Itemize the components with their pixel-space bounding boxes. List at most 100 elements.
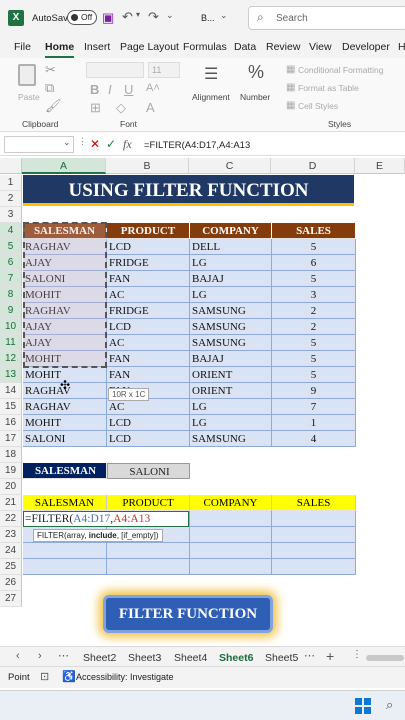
name-box[interactable]: ⌄ xyxy=(4,136,74,153)
row-header[interactable]: 8 xyxy=(0,287,22,303)
cut-icon[interactable]: ✂ xyxy=(45,62,56,78)
table-data-cell[interactable]: SAMSUNG xyxy=(190,303,272,319)
output-cell[interactable] xyxy=(190,559,272,575)
redo-icon[interactable]: ↷ xyxy=(148,9,159,25)
table-data-cell[interactable]: SAMSUNG xyxy=(190,335,272,351)
cell-styles-button[interactable]: ▦ Cell Styles xyxy=(286,100,402,114)
autosave-toggle[interactable]: Off xyxy=(67,10,97,25)
conditional-formatting-button[interactable]: ▦ Conditional Formatting xyxy=(286,64,402,78)
output-cell[interactable] xyxy=(190,543,272,559)
table-data-cell[interactable]: FRIDGE xyxy=(107,303,190,319)
output-header-cell[interactable]: SALES xyxy=(272,495,356,511)
tab-home[interactable]: Home xyxy=(45,41,75,58)
tab-file[interactable]: File xyxy=(14,41,31,53)
table-data-cell[interactable]: 4 xyxy=(272,431,356,447)
column-header-b[interactable]: B xyxy=(106,158,189,174)
underline-icon[interactable]: U xyxy=(124,82,133,97)
table-data-cell[interactable]: AC xyxy=(107,287,190,303)
windows-start-icon[interactable] xyxy=(355,698,371,714)
criteria-value-cell[interactable]: SALONI xyxy=(107,463,190,479)
table-data-cell[interactable]: LG xyxy=(190,415,272,431)
row-header[interactable]: 12 xyxy=(0,351,22,367)
row-header[interactable]: 6 xyxy=(0,255,22,271)
formula-input[interactable]: =FILTER(A4:D17,A4:A13 xyxy=(144,140,250,151)
table-data-cell[interactable]: 5 xyxy=(272,335,356,351)
row-header[interactable]: 26 xyxy=(0,575,22,591)
font-size-box[interactable]: 11 xyxy=(148,62,180,78)
row-header[interactable]: 22 xyxy=(0,511,22,527)
table-data-cell[interactable]: LCD xyxy=(107,415,190,431)
row-header[interactable]: 1 xyxy=(0,175,22,191)
accessibility-icon[interactable]: ♿ xyxy=(62,670,76,683)
sheet-tab-sheet4[interactable]: Sheet4 xyxy=(174,652,207,664)
tab-formulas[interactable]: Formulas xyxy=(183,41,227,53)
row-header[interactable]: 9 xyxy=(0,303,22,319)
output-header-cell[interactable]: SALESMAN xyxy=(23,495,107,511)
row-header[interactable]: 10 xyxy=(0,319,22,335)
table-data-cell[interactable]: SALONI xyxy=(23,431,107,447)
table-data-cell[interactable]: BAJAJ xyxy=(190,271,272,287)
more-sheets-right-icon[interactable]: ⋯ xyxy=(304,649,315,662)
italic-icon[interactable]: I xyxy=(108,82,112,97)
table-header-cell[interactable]: COMPANY xyxy=(190,223,272,239)
table-data-cell[interactable]: 2 xyxy=(272,303,356,319)
grow-font-icon[interactable]: A˄ xyxy=(146,82,160,94)
row-header[interactable]: 18 xyxy=(0,447,22,463)
output-cell[interactable] xyxy=(272,511,356,527)
output-cell[interactable] xyxy=(23,559,107,575)
output-cell[interactable] xyxy=(107,543,190,559)
table-header-cell[interactable]: PRODUCT xyxy=(107,223,190,239)
taskbar-search-icon[interactable]: ⌕ xyxy=(386,697,393,713)
table-data-cell[interactable]: ORIENT xyxy=(190,383,272,399)
table-header-cell[interactable]: SALES xyxy=(272,223,356,239)
sheet-tab-sheet5[interactable]: Sheet5 xyxy=(265,652,298,664)
row-header[interactable]: 17 xyxy=(0,431,22,447)
insert-function-icon[interactable]: fx xyxy=(123,137,132,152)
output-cell[interactable] xyxy=(23,543,107,559)
tab-review[interactable]: Review xyxy=(266,41,300,53)
table-data-cell[interactable]: FRIDGE xyxy=(107,255,190,271)
search-box[interactable]: ⌕ Search xyxy=(248,6,405,30)
table-data-cell[interactable]: 5 xyxy=(272,271,356,287)
table-data-cell[interactable]: AC xyxy=(107,399,190,415)
row-header[interactable]: 27 xyxy=(0,591,22,607)
row-header[interactable]: 2 xyxy=(0,191,22,207)
table-data-cell[interactable]: SAMSUNG xyxy=(190,431,272,447)
row-header[interactable]: 5 xyxy=(0,239,22,255)
font-name-box[interactable] xyxy=(86,62,144,78)
alignment-button[interactable]: ☰ Alignment xyxy=(192,62,232,110)
row-header[interactable]: 13 xyxy=(0,367,22,383)
paste-button[interactable]: Paste xyxy=(14,62,42,104)
table-data-cell[interactable]: LCD xyxy=(107,431,190,447)
column-header-c[interactable]: C xyxy=(189,158,271,174)
add-sheet-icon[interactable]: + xyxy=(326,648,334,664)
active-cell-editor[interactable]: =FILTER(A4:D17,A4:A13 xyxy=(23,511,189,527)
table-data-cell[interactable]: 5 xyxy=(272,367,356,383)
table-data-cell[interactable]: FAN xyxy=(107,351,190,367)
tab-data[interactable]: Data xyxy=(234,41,256,53)
row-header[interactable]: 11 xyxy=(0,335,22,351)
more-sheets-icon[interactable]: ⋯ xyxy=(58,649,69,662)
filter-function-button[interactable]: FILTER FUNCTION xyxy=(103,595,273,633)
row-header[interactable]: 14 xyxy=(0,383,22,399)
output-header-cell[interactable]: COMPANY xyxy=(190,495,272,511)
column-header-d[interactable]: D xyxy=(271,158,355,174)
table-data-cell[interactable]: 9 xyxy=(272,383,356,399)
sheet-tab-sheet3[interactable]: Sheet3 xyxy=(128,652,161,664)
row-header[interactable]: 4 xyxy=(0,223,22,239)
table-data-cell[interactable]: LG xyxy=(190,287,272,303)
table-data-cell[interactable]: 5 xyxy=(272,351,356,367)
tab-help[interactable]: H xyxy=(398,41,405,53)
horizontal-scrollbar[interactable] xyxy=(366,655,404,661)
table-data-cell[interactable]: ORIENT xyxy=(190,367,272,383)
accessibility-status[interactable]: Accessibility: Investigate xyxy=(76,672,174,682)
output-cell[interactable] xyxy=(190,511,272,527)
macro-record-icon[interactable]: ⊡ xyxy=(40,670,49,683)
quick-access-more-icon[interactable]: ⌄ xyxy=(166,10,174,21)
row-header[interactable]: 25 xyxy=(0,559,22,575)
row-header[interactable]: 3 xyxy=(0,207,22,223)
table-data-cell[interactable]: RAGHAV xyxy=(23,399,107,415)
column-header-e[interactable]: E xyxy=(355,158,405,174)
table-data-cell[interactable]: SAMSUNG xyxy=(190,319,272,335)
filename-dropdown-icon[interactable]: ⌄ xyxy=(220,10,228,21)
